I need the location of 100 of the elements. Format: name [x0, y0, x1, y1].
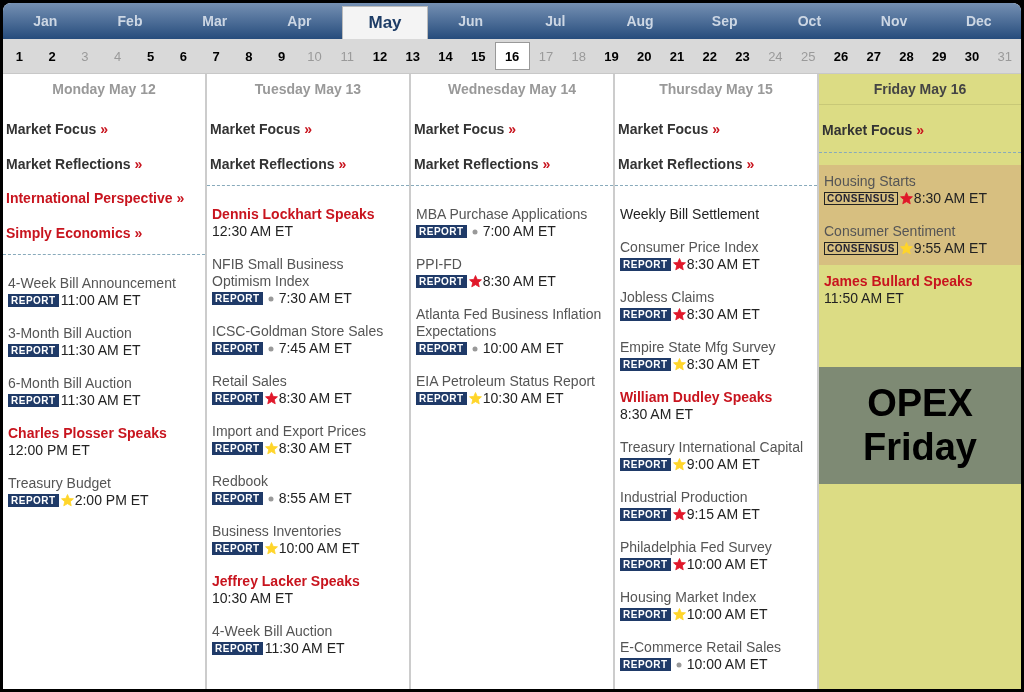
report-badge[interactable]: REPORT: [620, 658, 671, 671]
event-title[interactable]: Consumer Price Index: [620, 239, 812, 256]
report-badge[interactable]: REPORT: [212, 292, 263, 305]
event-title[interactable]: Charles Plosser Speaks: [8, 425, 200, 442]
event-title[interactable]: Philadelphia Fed Survey: [620, 539, 812, 556]
day-link[interactable]: 6: [166, 43, 200, 69]
month-tab[interactable]: Feb: [87, 3, 173, 39]
commentary-link[interactable]: Market Reflections »: [6, 155, 143, 172]
report-badge[interactable]: REPORT: [620, 458, 671, 471]
day-link[interactable]: 15: [461, 43, 495, 69]
day-link[interactable]: 21: [660, 43, 694, 69]
commentary-link[interactable]: International Perspective »: [6, 190, 185, 207]
day-link[interactable]: 9: [265, 43, 299, 69]
event-title[interactable]: Empire State Mfg Survey: [620, 339, 812, 356]
event-title[interactable]: 4-Week Bill Auction: [212, 623, 404, 640]
day-link[interactable]: 29: [922, 43, 956, 69]
day-link[interactable]: 7: [199, 43, 233, 69]
month-tab[interactable]: Apr: [257, 3, 342, 39]
event-title[interactable]: Dennis Lockhart Speaks: [212, 206, 404, 223]
event-title[interactable]: Import and Export Prices: [212, 423, 404, 440]
commentary-link[interactable]: Market Focus »: [414, 121, 517, 138]
commentary-link[interactable]: Market Reflections »: [210, 155, 347, 172]
commentary-link[interactable]: Simply Economics »: [6, 224, 143, 241]
report-badge[interactable]: REPORT: [8, 294, 59, 307]
event-title[interactable]: Retail Sales: [212, 373, 404, 390]
day-link[interactable]: 2: [35, 43, 69, 69]
event-title[interactable]: NFIB Small Business Optimism Index: [212, 256, 404, 290]
event-title[interactable]: Housing Starts: [824, 172, 1016, 190]
event-title[interactable]: 6-Month Bill Auction: [8, 375, 200, 392]
event-title[interactable]: William Dudley Speaks: [620, 389, 812, 406]
report-badge[interactable]: REPORT: [212, 442, 263, 455]
report-badge[interactable]: REPORT: [8, 344, 59, 357]
report-badge[interactable]: REPORT: [212, 492, 263, 505]
month-tab[interactable]: Jun: [428, 3, 514, 39]
day-link[interactable]: 19: [595, 43, 628, 69]
report-badge[interactable]: REPORT: [620, 508, 671, 521]
report-badge[interactable]: REPORT: [416, 275, 467, 288]
commentary-link[interactable]: Market Focus »: [822, 122, 925, 139]
report-badge[interactable]: REPORT: [212, 392, 263, 405]
event-title[interactable]: 4-Week Bill Announcement: [8, 275, 200, 292]
month-tab[interactable]: Oct: [767, 3, 852, 39]
report-badge[interactable]: REPORT: [620, 608, 671, 621]
event-title[interactable]: Industrial Production: [620, 489, 812, 506]
commentary-link[interactable]: Market Reflections »: [618, 155, 755, 172]
day-link[interactable]: 8: [232, 43, 266, 69]
event-title[interactable]: Business Inventories: [212, 523, 404, 540]
month-tab[interactable]: Aug: [597, 3, 683, 39]
event-title[interactable]: Redbook: [212, 473, 404, 490]
day-link[interactable]: 30: [955, 43, 989, 69]
day-link[interactable]: 26: [824, 43, 858, 69]
day-link[interactable]: 16: [494, 42, 530, 70]
event-title[interactable]: Jobless Claims: [620, 289, 812, 306]
month-tab[interactable]: May: [341, 6, 429, 39]
event-title[interactable]: Housing Market Index: [620, 589, 812, 606]
event-title[interactable]: Treasury International Capital: [620, 439, 812, 456]
event-title[interactable]: EIA Petroleum Status Report: [416, 373, 608, 390]
day-link[interactable]: 1: [3, 43, 36, 69]
event-title[interactable]: MBA Purchase Applications: [416, 206, 608, 223]
event-title[interactable]: James Bullard Speaks: [824, 272, 1016, 290]
report-badge[interactable]: REPORT: [416, 342, 467, 355]
commentary-link[interactable]: Market Reflections »: [414, 155, 551, 172]
report-badge[interactable]: REPORT: [212, 342, 263, 355]
report-badge[interactable]: REPORT: [8, 494, 59, 507]
commentary-link[interactable]: Market Focus »: [210, 121, 313, 138]
report-badge[interactable]: REPORT: [416, 225, 467, 238]
report-badge[interactable]: CONSENSUS: [824, 191, 898, 205]
month-tab[interactable]: Jan: [3, 3, 88, 39]
month-tab[interactable]: Jul: [513, 3, 598, 39]
day-link[interactable]: 23: [726, 43, 759, 69]
month-tab[interactable]: Dec: [936, 3, 1021, 39]
event-title[interactable]: ICSC-Goldman Store Sales: [212, 323, 404, 340]
day-link[interactable]: 27: [857, 43, 891, 69]
event-title[interactable]: PPI-FD: [416, 256, 608, 273]
commentary-link[interactable]: Market Focus »: [618, 121, 721, 138]
event-title[interactable]: 3-Month Bill Auction: [8, 325, 200, 342]
day-link[interactable]: 12: [363, 43, 397, 69]
event-title[interactable]: Treasury Budget: [8, 475, 200, 492]
report-badge[interactable]: CONSENSUS: [824, 241, 898, 255]
report-badge[interactable]: REPORT: [212, 542, 263, 555]
report-badge[interactable]: REPORT: [620, 258, 671, 271]
month-tab[interactable]: Mar: [172, 3, 257, 39]
event-title[interactable]: E-Commerce Retail Sales: [620, 639, 812, 656]
day-link[interactable]: 13: [396, 43, 430, 69]
report-badge[interactable]: REPORT: [620, 558, 671, 571]
day-link[interactable]: 14: [429, 43, 462, 69]
event-title[interactable]: Atlanta Fed Business Inflation Expectations: [416, 306, 608, 340]
day-link[interactable]: 22: [693, 43, 727, 69]
day-link[interactable]: 20: [627, 43, 661, 69]
event-title[interactable]: Jeffrey Lacker Speaks: [212, 573, 404, 590]
report-badge[interactable]: REPORT: [620, 308, 671, 321]
event-title[interactable]: Consumer Sentiment: [824, 222, 1016, 240]
day-link[interactable]: 28: [890, 43, 923, 69]
report-badge[interactable]: REPORT: [212, 642, 263, 655]
month-tab[interactable]: Sep: [682, 3, 768, 39]
month-tab[interactable]: Nov: [851, 3, 937, 39]
day-link[interactable]: 5: [134, 43, 167, 69]
report-badge[interactable]: REPORT: [416, 392, 467, 405]
report-badge[interactable]: REPORT: [8, 394, 59, 407]
report-badge[interactable]: REPORT: [620, 358, 671, 371]
commentary-link[interactable]: Market Focus »: [6, 121, 109, 138]
